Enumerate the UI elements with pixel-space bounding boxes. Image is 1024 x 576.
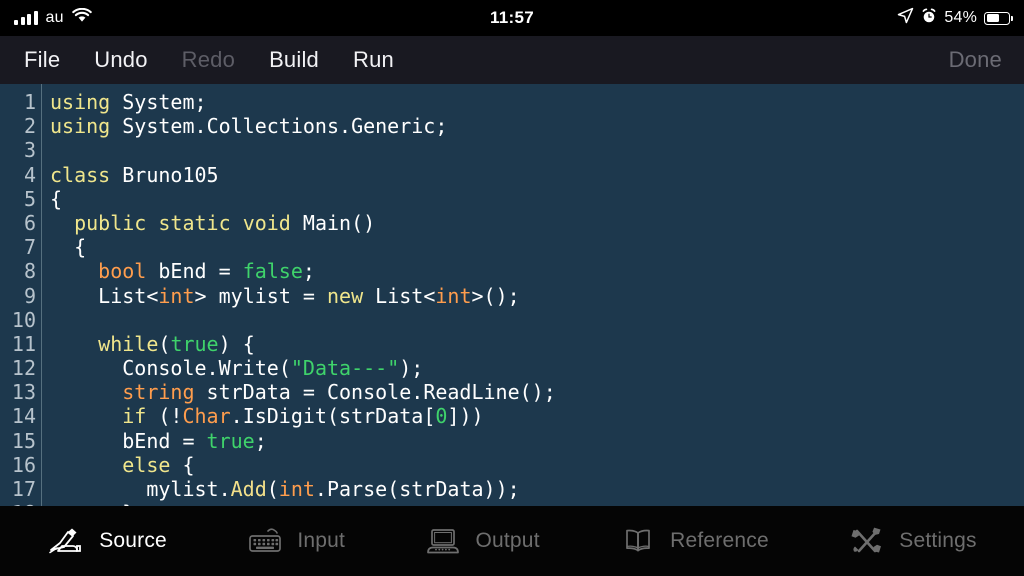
line-number: 10 xyxy=(11,307,36,332)
code-line[interactable]: mylist.Add(int.Parse(strData)); xyxy=(50,477,1024,501)
battery-icon xyxy=(984,11,1013,25)
alarm-clock-icon xyxy=(921,8,937,29)
line-number: 1 xyxy=(23,90,36,114)
status-bar: au 11:57 54% xyxy=(0,0,1024,36)
code-editor[interactable]: 123456789101112131415161718 using System… xyxy=(0,84,1024,506)
line-number: 4 xyxy=(23,162,36,187)
location-arrow-icon xyxy=(897,7,914,29)
status-bar-left: au xyxy=(14,7,92,28)
code-line[interactable]: } xyxy=(50,501,1024,506)
code-line[interactable]: List<int> mylist = new List<int>(); xyxy=(50,284,1024,308)
code-line[interactable]: while(true) { xyxy=(50,332,1024,356)
line-number: 7 xyxy=(23,235,36,260)
tab-input-label: Input xyxy=(297,529,346,552)
line-number: 18 xyxy=(0,501,36,506)
code-line[interactable]: Console.Write("Data---"); xyxy=(50,356,1024,380)
line-number-gutter: 123456789101112131415161718 xyxy=(0,84,42,506)
editor-toolbar: File Undo Redo Build Run Done xyxy=(0,36,1024,84)
code-area[interactable]: using System; using System.Collections.Ge… xyxy=(42,84,1024,506)
code-line[interactable]: bEnd = true; xyxy=(50,429,1024,453)
status-bar-right: 54% xyxy=(897,7,1013,29)
writing-hand-icon xyxy=(47,524,87,558)
menu-undo-button[interactable]: Undo xyxy=(94,47,147,73)
code-line[interactable]: string strData = Console.ReadLine(); xyxy=(50,380,1024,404)
line-number: 17 xyxy=(11,477,36,501)
tab-source[interactable]: Source xyxy=(47,524,167,558)
tools-icon xyxy=(847,524,887,558)
line-number: 3 xyxy=(23,138,36,163)
wifi-icon xyxy=(71,7,92,28)
tab-output[interactable]: Output xyxy=(423,524,540,558)
code-line[interactable]: { xyxy=(50,187,1024,211)
tab-input[interactable]: Input xyxy=(245,524,345,558)
tab-reference[interactable]: Reference xyxy=(618,524,769,558)
line-number: 2 xyxy=(23,114,36,139)
menu-redo-button: Redo xyxy=(181,47,236,72)
code-line[interactable] xyxy=(50,308,1024,332)
done-button[interactable]: Done xyxy=(949,47,1002,73)
code-line[interactable]: using System.Collections.Generic; xyxy=(50,114,1024,138)
code-line[interactable]: class Bruno105 xyxy=(50,163,1024,187)
menu-file-button[interactable]: File xyxy=(24,47,60,73)
code-line[interactable]: else { xyxy=(50,453,1024,477)
code-line[interactable]: bool bEnd = false; xyxy=(50,259,1024,283)
line-number: 13 xyxy=(11,380,36,405)
code-line[interactable]: using System; xyxy=(50,90,1024,114)
keyboard-icon xyxy=(245,524,285,558)
signal-bars-icon xyxy=(14,11,38,25)
tab-source-label: Source xyxy=(99,529,167,552)
line-number: 6 xyxy=(23,210,36,235)
line-number: 16 xyxy=(11,452,36,477)
bottom-tab-bar: Source Input Output Reference Settings xyxy=(0,506,1024,576)
tab-settings[interactable]: Settings xyxy=(847,524,977,558)
code-line[interactable]: { xyxy=(50,235,1024,259)
menu-run-button[interactable]: Run xyxy=(353,47,394,73)
line-number: 8 xyxy=(23,259,36,284)
battery-percent-label: 54% xyxy=(944,9,977,26)
code-line[interactable]: public static void Main() xyxy=(50,211,1024,235)
code-line[interactable] xyxy=(50,138,1024,162)
app-screen: au 11:57 54% File Undo Redo Build Run Do… xyxy=(0,0,1024,576)
line-number: 5 xyxy=(23,186,36,211)
line-number: 14 xyxy=(11,404,36,429)
carrier-label: au xyxy=(45,9,64,26)
tab-settings-label: Settings xyxy=(899,529,977,552)
tab-output-label: Output xyxy=(475,529,540,552)
clock-label: 11:57 xyxy=(489,8,535,27)
tab-reference-label: Reference xyxy=(670,529,769,552)
open-book-icon xyxy=(618,524,658,558)
line-number: 9 xyxy=(23,283,36,308)
line-number: 15 xyxy=(11,428,36,453)
line-number: 11 xyxy=(11,331,36,356)
code-line[interactable]: if (!Char.IsDigit(strData[0])) xyxy=(50,404,1024,428)
laptop-icon xyxy=(423,524,463,558)
menu-build-button[interactable]: Build xyxy=(269,47,319,73)
line-number: 12 xyxy=(11,356,36,381)
